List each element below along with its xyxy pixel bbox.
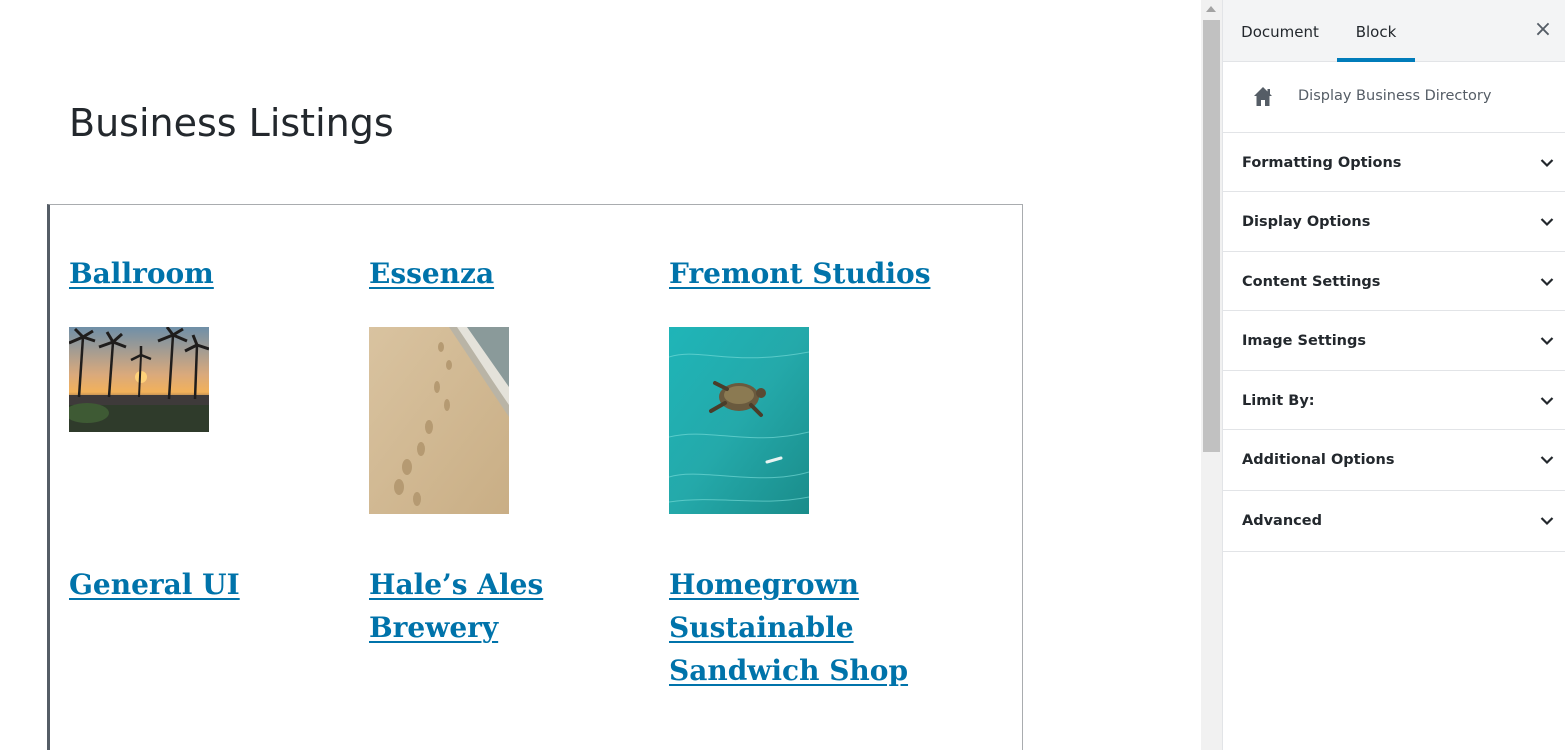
chevron-down-icon: [1540, 517, 1554, 526]
sidebar-tabs: Document Block ×: [1223, 0, 1565, 62]
scrollbar-thumb[interactable]: [1203, 20, 1220, 452]
panel-formatting-options[interactable]: Formatting Options: [1223, 133, 1565, 192]
listing-item: Fremont Studios: [669, 252, 949, 295]
tab-document[interactable]: Document: [1223, 0, 1337, 62]
chevron-down-icon: [1540, 456, 1554, 465]
home-icon: [1254, 87, 1272, 106]
listing-item: Hale’s Ales Brewery: [369, 563, 569, 649]
panel-title: Formatting Options: [1242, 155, 1402, 171]
panel-additional-options[interactable]: Additional Options: [1223, 430, 1565, 491]
listing-item: Ballroom: [69, 252, 349, 295]
panel-title: Image Settings: [1242, 333, 1366, 349]
block-card: Display Business Directory: [1223, 62, 1565, 133]
panel-title: Content Settings: [1242, 274, 1381, 290]
listing-link[interactable]: Ballroom: [69, 257, 214, 290]
panel-content-settings[interactable]: Content Settings: [1223, 252, 1565, 311]
close-icon[interactable]: ×: [1531, 15, 1555, 45]
chevron-down-icon: [1540, 337, 1554, 346]
chevron-down-icon: [1540, 278, 1554, 287]
chevron-down-icon: [1540, 159, 1554, 168]
panel-title: Display Options: [1242, 214, 1371, 230]
panel-display-options[interactable]: Display Options: [1223, 192, 1565, 252]
panel-title: Limit By:: [1242, 393, 1315, 409]
panel-title: Additional Options: [1242, 452, 1395, 468]
listing-link[interactable]: Hale’s Ales Brewery: [369, 568, 543, 644]
tab-block[interactable]: Block: [1337, 0, 1415, 62]
panel-limit-by[interactable]: Limit By:: [1223, 371, 1565, 430]
listing-image-beach-footprints[interactable]: [369, 327, 509, 514]
scroll-up-arrow-icon[interactable]: [1206, 6, 1216, 12]
chevron-down-icon: [1540, 397, 1554, 406]
listing-link[interactable]: Fremont Studios: [669, 257, 930, 290]
listing-image-sea-turtle[interactable]: [669, 327, 809, 514]
chevron-down-icon: [1540, 218, 1554, 227]
listing-item: General UI: [69, 563, 349, 606]
listing-image-palm-sunset[interactable]: [69, 327, 209, 432]
settings-sidebar: Document Block × Display Business Direct…: [1222, 0, 1565, 750]
listing-item: Homegrown Sustainable Sandwich Shop: [669, 563, 939, 692]
listing-link[interactable]: General UI: [69, 568, 240, 601]
business-directory-block[interactable]: Ballroom Essenza Fremont Studios General…: [47, 204, 1023, 750]
listing-link[interactable]: Essenza: [369, 257, 494, 290]
listing-item: Essenza: [369, 252, 649, 295]
panel-advanced[interactable]: Advanced: [1223, 491, 1565, 552]
editor-scrollbar[interactable]: [1201, 0, 1222, 750]
page-title[interactable]: Business Listings: [69, 96, 394, 150]
panel-title: Advanced: [1242, 513, 1322, 529]
block-card-title: Display Business Directory: [1298, 88, 1492, 104]
listing-link[interactable]: Homegrown Sustainable Sandwich Shop: [669, 568, 908, 687]
editor-canvas: Business Listings Ballroom Essenza Fremo…: [0, 0, 1201, 750]
panel-image-settings[interactable]: Image Settings: [1223, 311, 1565, 371]
